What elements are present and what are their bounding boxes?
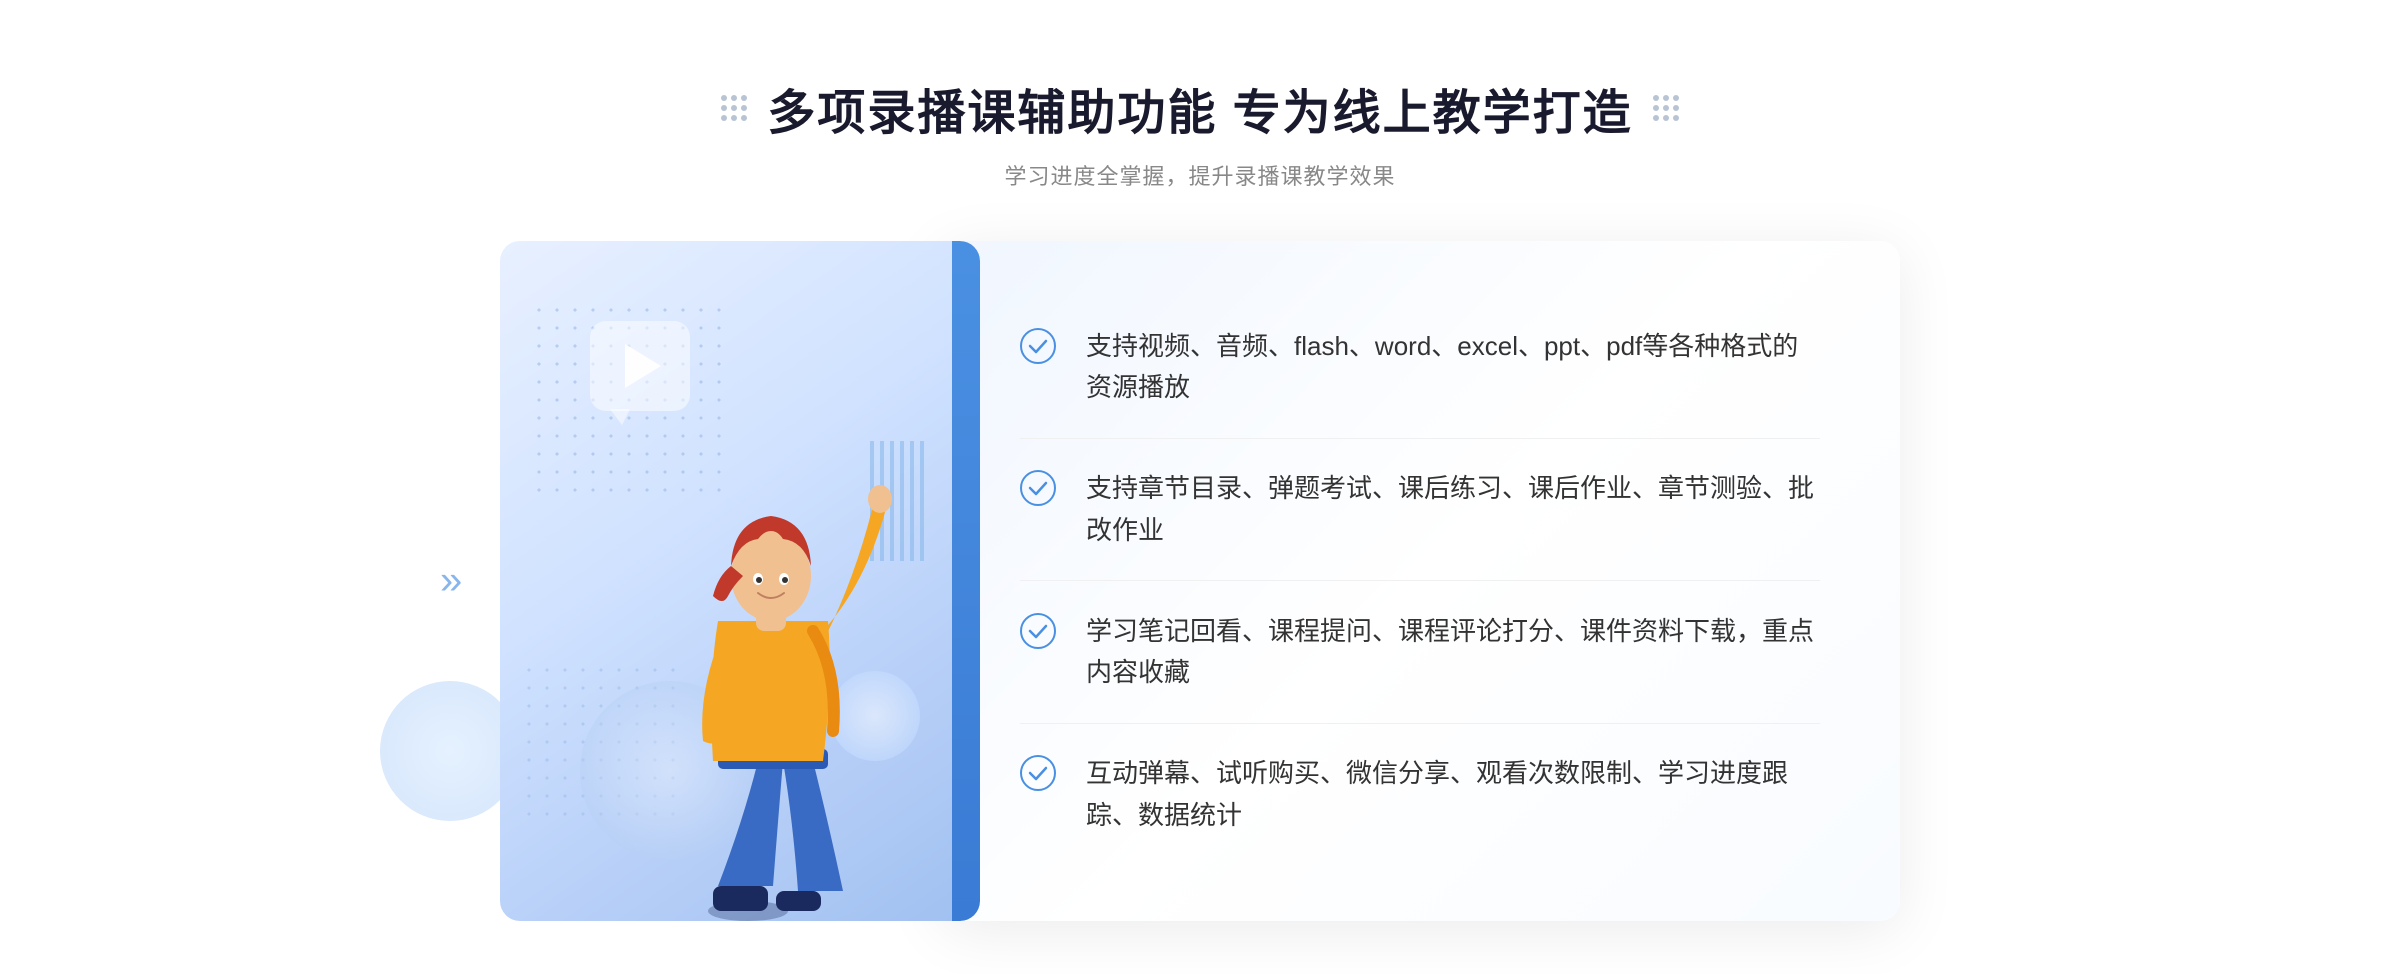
page-wrapper: 多项录播课辅助功能 专为线上教学打造 学习进度全掌握，提升录播课教学效果 » bbox=[0, 13, 2400, 961]
check-icon-2 bbox=[1020, 470, 1056, 506]
content-card: 支持视频、音频、flash、word、excel、ppt、pdf等各种格式的资源… bbox=[940, 241, 1900, 921]
check-icon-3 bbox=[1020, 613, 1056, 649]
feature-text-4: 互动弹幕、试听购买、微信分享、观看次数限制、学习进度跟踪、数据统计 bbox=[1086, 753, 1820, 836]
title-row: 多项录播课辅助功能 专为线上教学打造 bbox=[721, 73, 1678, 143]
illustration-card bbox=[500, 241, 980, 921]
chevron-deco-left: » bbox=[440, 559, 462, 604]
feature-text-2: 支持章节目录、弹题考试、课后练习、课后作业、章节测验、批改作业 bbox=[1086, 468, 1820, 551]
divider-3 bbox=[1020, 723, 1820, 724]
divider-2 bbox=[1020, 580, 1820, 581]
feature-item-2: 支持章节目录、弹题考试、课后练习、课后作业、章节测验、批改作业 bbox=[1020, 448, 1820, 571]
play-bubble bbox=[590, 321, 690, 411]
title-dots-right bbox=[1653, 95, 1679, 121]
feature-item-4: 互动弹幕、试听购买、微信分享、观看次数限制、学习进度跟踪、数据统计 bbox=[1020, 733, 1820, 856]
outer-circle bbox=[380, 681, 520, 821]
blue-bar bbox=[952, 241, 980, 921]
play-icon bbox=[625, 344, 661, 388]
feature-item-3: 学习笔记回看、课程提问、课程评论打分、课件资料下载，重点内容收藏 bbox=[1020, 591, 1820, 714]
header-section: 多项录播课辅助功能 专为线上教学打造 学习进度全掌握，提升录播课教学效果 bbox=[721, 73, 1678, 191]
feature-item-1: 支持视频、音频、flash、word、excel、ppt、pdf等各种格式的资源… bbox=[1020, 306, 1820, 429]
check-icon-1 bbox=[1020, 328, 1056, 364]
page-title: 多项录播课辅助功能 专为线上教学打造 bbox=[767, 73, 1632, 143]
title-dots-left bbox=[721, 95, 747, 121]
page-subtitle: 学习进度全掌握，提升录播课教学效果 bbox=[1004, 159, 1395, 191]
feature-text-3: 学习笔记回看、课程提问、课程评论打分、课件资料下载，重点内容收藏 bbox=[1086, 611, 1820, 694]
check-icon-4 bbox=[1020, 755, 1056, 791]
divider-1 bbox=[1020, 438, 1820, 439]
feature-text-1: 支持视频、音频、flash、word、excel、ppt、pdf等各种格式的资源… bbox=[1086, 326, 1820, 409]
person-illustration bbox=[628, 421, 908, 921]
content-section: » bbox=[500, 241, 1900, 921]
